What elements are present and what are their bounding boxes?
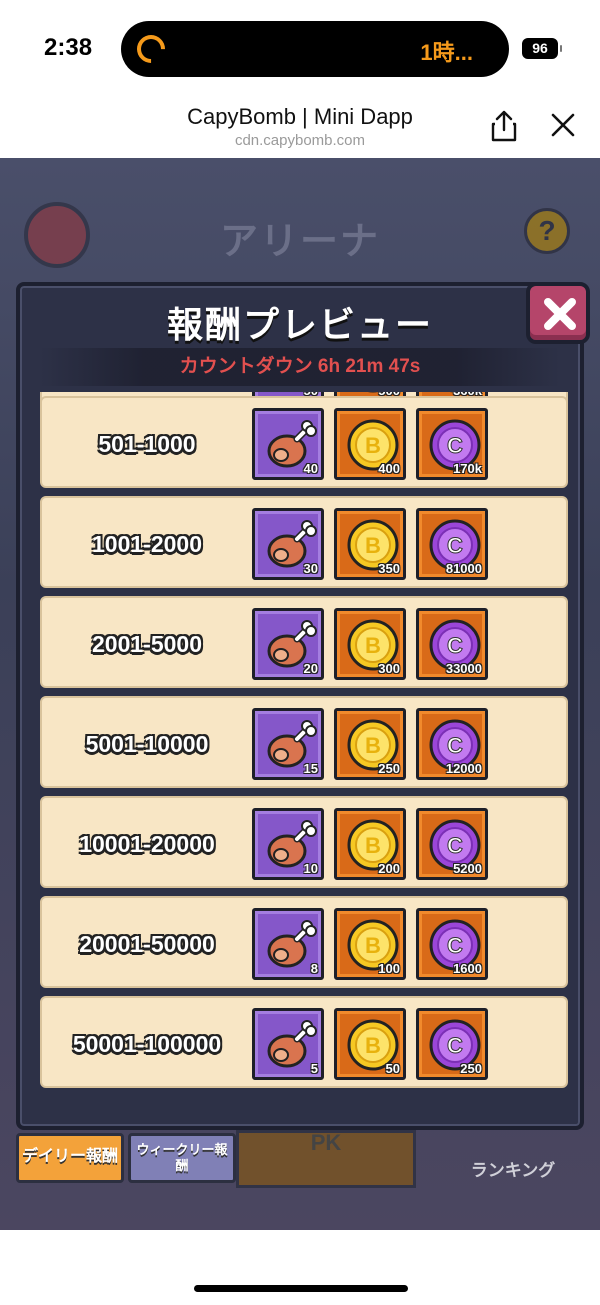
reward-row: 2001-5000 20 B 300 C 33000 (40, 596, 568, 688)
token-qty: 250 (460, 1061, 482, 1076)
svg-text:B: B (365, 933, 381, 958)
reward-row: 20001-50000 8 B 100 C 1600 (40, 896, 568, 988)
rank-range: 2001-5000 (92, 631, 202, 657)
meat-reward-tile[interactable]: 30 (252, 508, 324, 580)
svg-text:B: B (365, 633, 381, 658)
help-button[interactable]: ? (524, 208, 570, 254)
clock: 2:38 (44, 34, 93, 61)
status-bar: 2:38 1時... 96 (0, 0, 600, 92)
token-reward-tile[interactable]: C 170k (416, 408, 488, 480)
coin-qty: 250 (378, 761, 400, 776)
coin-qty: 50 (385, 1061, 400, 1076)
meat-reward-tile[interactable]: 40 (252, 408, 324, 480)
tab-weekly-label-2: 酬 (175, 1158, 189, 1173)
coin-reward-tile[interactable]: B 400 (334, 408, 406, 480)
svg-text:B: B (365, 733, 381, 758)
svg-text:B: B (365, 533, 381, 558)
rank-range: 20001-50000 (79, 931, 215, 957)
svg-text:C: C (447, 833, 463, 858)
meat-qty: 30 (303, 561, 318, 576)
coin-reward-tile[interactable]: B 350 (334, 508, 406, 580)
coin-reward-tile[interactable]: B 300 (334, 608, 406, 680)
coin-qty: 300 (378, 661, 400, 676)
token-reward-tile[interactable]: C 81000 (416, 508, 488, 580)
coin-qty: 400 (378, 461, 400, 476)
coin-reward-tile[interactable]: B 200 (334, 808, 406, 880)
modal-close-button[interactable] (526, 282, 590, 344)
reward-list[interactable]: 50B500C360k501-100040B400C170k1001-20003… (38, 392, 570, 1118)
meat-qty: 20 (303, 661, 318, 676)
rank-range: 501-1000 (98, 431, 196, 457)
meat-qty: 5 (310, 1061, 318, 1076)
svg-text:C: C (447, 433, 463, 458)
token-reward-tile[interactable]: C 33000 (416, 608, 488, 680)
coin-reward-tile[interactable]: B 100 (334, 908, 406, 980)
rank-range: 1001-2000 (92, 531, 202, 557)
coin-qty: 100 (378, 961, 400, 976)
coin-reward-tile[interactable]: B 50 (334, 1008, 406, 1080)
meat-qty: 15 (303, 761, 318, 776)
rank-range: 10001-20000 (79, 831, 215, 857)
coin-reward-tile[interactable]: B 250 (334, 708, 406, 780)
tab-weekly-label-1: ウィークリー報 (136, 1142, 228, 1157)
pk-label: PK (310, 1130, 342, 1155)
rank-range: 50001-100000 (72, 1031, 222, 1057)
tab-daily-rewards[interactable]: デイリー報酬 (16, 1133, 124, 1183)
token-qty: 12000 (445, 761, 482, 776)
svg-text:B: B (365, 833, 381, 858)
token-reward-tile[interactable]: C 12000 (416, 708, 488, 780)
meat-reward-tile[interactable]: 5 (252, 1008, 324, 1080)
game-canvas[interactable]: アリーナ ? 報酬プレビュー カウントダウン 6h 21m 47s 50 B 500… (0, 158, 600, 1230)
activity-text: 1時... (420, 40, 473, 65)
meat-reward-tile[interactable]: 15 (252, 708, 324, 780)
close-icon[interactable] (550, 112, 576, 138)
meat-qty: 40 (303, 461, 318, 476)
close-icon (544, 298, 576, 330)
reward-row: 10001-20000 10 B 200 C 5200 (40, 796, 568, 888)
reward-row: 5001-10000 15 B 250 C 12000 (40, 696, 568, 788)
token-qty: 33000 (445, 661, 482, 676)
token-qty: 1600 (453, 961, 482, 976)
svg-text:B: B (365, 1033, 381, 1058)
token-qty: 81000 (445, 561, 482, 576)
countdown-text: カウントダウン 6h 21m 47s (40, 348, 560, 386)
token-reward-tile[interactable]: C 250 (416, 1008, 488, 1080)
screen-title: アリーナ (219, 221, 380, 263)
home-indicator (194, 1285, 408, 1292)
svg-text:B: B (365, 433, 381, 458)
token-qty: 170k (453, 461, 482, 476)
coin-qty: 350 (378, 561, 400, 576)
meat-reward-tile[interactable]: 10 (252, 808, 324, 880)
token-reward-tile[interactable]: C 1600 (416, 908, 488, 980)
modal-title: 報酬プレビュー (166, 304, 433, 345)
ranking-button[interactable]: ランキング (448, 1156, 578, 1181)
share-icon[interactable] (490, 110, 518, 142)
meat-reward-tile[interactable]: 20 (252, 608, 324, 680)
reward-row: 1001-2000 30 B 350 C 81000 (40, 496, 568, 588)
activity-ring-icon (131, 29, 171, 69)
reward-row: 50001-100000 5 B 50 C 250 (40, 996, 568, 1088)
svg-text:C: C (447, 1033, 463, 1058)
dynamic-island[interactable]: 1時... (121, 21, 509, 77)
meat-qty: 8 (310, 961, 318, 976)
svg-text:C: C (447, 633, 463, 658)
battery-indicator: 96 (522, 38, 562, 59)
svg-text:C: C (447, 933, 463, 958)
reward-preview-modal: 報酬プレビュー カウントダウン 6h 21m 47s 50B500C360k50… (16, 282, 590, 1130)
token-qty: 5200 (453, 861, 482, 876)
svg-text:C: C (447, 533, 463, 558)
coin-qty: 200 (378, 861, 400, 876)
tab-weekly-rewards[interactable]: ウィークリー報 酬 (128, 1133, 236, 1183)
meat-reward-tile[interactable]: 8 (252, 908, 324, 980)
token-reward-tile[interactable]: C 5200 (416, 808, 488, 880)
svg-text:C: C (447, 733, 463, 758)
reward-row: 501-1000 40 B 400 C 170k (40, 396, 568, 488)
rank-range: 5001-10000 (85, 731, 209, 757)
meat-qty: 10 (303, 861, 318, 876)
